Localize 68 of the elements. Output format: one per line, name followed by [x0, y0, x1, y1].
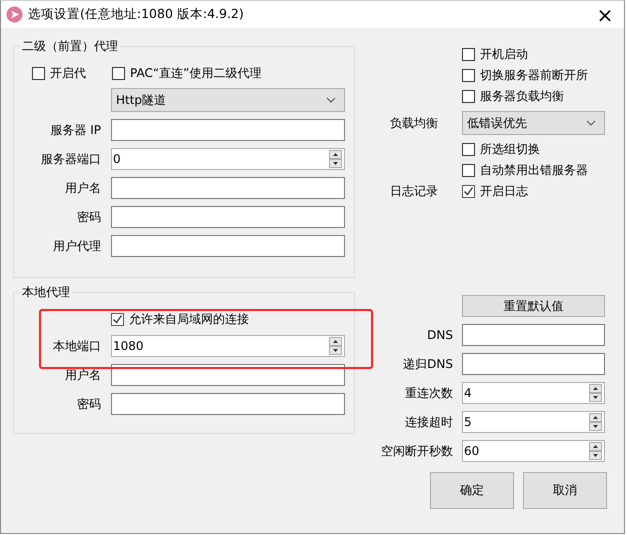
input-field[interactable]: [111, 177, 345, 199]
reset-button[interactable]: 重置默认值: [462, 295, 605, 317]
cancel-button[interactable]: 取消: [523, 472, 607, 509]
field-label: 服务器端口: [40, 150, 101, 168]
checkbox[interactable]: [462, 143, 475, 156]
spin-up-button[interactable]: [329, 150, 342, 159]
group-title: 二级（前置）代理: [21, 38, 119, 55]
checkbox[interactable]: [112, 66, 125, 80]
checkbox-label: 开启日志: [480, 183, 528, 200]
chevron-down-icon: [326, 97, 336, 103]
checkbox[interactable]: [462, 185, 475, 198]
spin-field[interactable]: 0: [111, 148, 345, 170]
window-title: 选项设置(任意地址:1080 版本:4.9.2): [28, 6, 245, 23]
spin-field[interactable]: 1080: [111, 335, 345, 357]
field-label: 递归DNS: [402, 356, 453, 372]
field-label: 密码: [76, 208, 101, 226]
spin-up-button[interactable]: [329, 337, 342, 346]
checkbox-label: 切换服务器前断开所: [480, 67, 588, 84]
field-label: 用户名: [64, 366, 101, 384]
checkbox[interactable]: [462, 164, 475, 177]
spin-down-button[interactable]: [329, 159, 342, 168]
checkbox-label: 开启代: [50, 64, 86, 82]
checkbox[interactable]: [111, 313, 124, 326]
input-field[interactable]: [111, 364, 345, 386]
field-label: 服务器 IP: [49, 122, 101, 138]
field-label: 用户名: [64, 180, 101, 196]
spin-field[interactable]: 60: [462, 440, 605, 462]
spin-down-button[interactable]: [589, 393, 602, 402]
group-title: 本地代理: [21, 284, 71, 301]
dropdown[interactable]: Http隧道: [111, 88, 345, 112]
checkbox-label: 自动禁用出错服务器: [480, 162, 588, 179]
field-label: 密码: [76, 396, 101, 412]
input-field[interactable]: [462, 353, 605, 375]
dropdown[interactable]: 低错误优先: [462, 111, 605, 135]
spin-up-button[interactable]: [589, 442, 602, 451]
field-label: 空闲断开秒数: [380, 442, 453, 460]
checkbox[interactable]: [462, 48, 475, 61]
spin-field[interactable]: 5: [462, 411, 605, 433]
spin-up-button[interactable]: [589, 384, 602, 393]
checkbox-label: 服务器负载均衡: [480, 88, 564, 105]
field-label: DNS: [426, 328, 453, 342]
field-label: 本地端口: [52, 338, 101, 354]
spin-down-button[interactable]: [589, 422, 602, 431]
input-field[interactable]: [111, 206, 345, 228]
checkbox-label: 所选组切换: [480, 141, 540, 158]
close-button[interactable]: ×: [590, 4, 620, 24]
checkbox[interactable]: [32, 66, 45, 80]
input-field[interactable]: [462, 324, 605, 346]
checkbox-label: PAC“直连”使用二级代理: [130, 64, 262, 82]
field-label: 连接超时: [404, 414, 453, 430]
input-field[interactable]: [111, 393, 345, 415]
field-label: 用户代理: [52, 238, 101, 254]
input-field[interactable]: [111, 119, 345, 141]
spin-down-button[interactable]: [589, 451, 602, 460]
input-field[interactable]: [111, 235, 345, 257]
checkbox[interactable]: [462, 90, 475, 103]
ok-button[interactable]: 确定: [430, 472, 514, 509]
checkbox[interactable]: [462, 69, 475, 82]
field-label: 重连次数: [404, 384, 453, 402]
app-logo-icon: [6, 6, 23, 23]
checkbox-label: 开机启动: [480, 46, 528, 63]
spin-up-button[interactable]: [589, 413, 602, 422]
field-label: 日志记录: [389, 183, 439, 200]
chevron-down-icon: [586, 120, 596, 126]
checkbox-label: 允许来自局域网的连接: [129, 311, 249, 328]
spin-field[interactable]: 4: [462, 382, 605, 404]
field-label: 负载均衡: [389, 114, 439, 132]
spin-down-button[interactable]: [329, 346, 342, 355]
